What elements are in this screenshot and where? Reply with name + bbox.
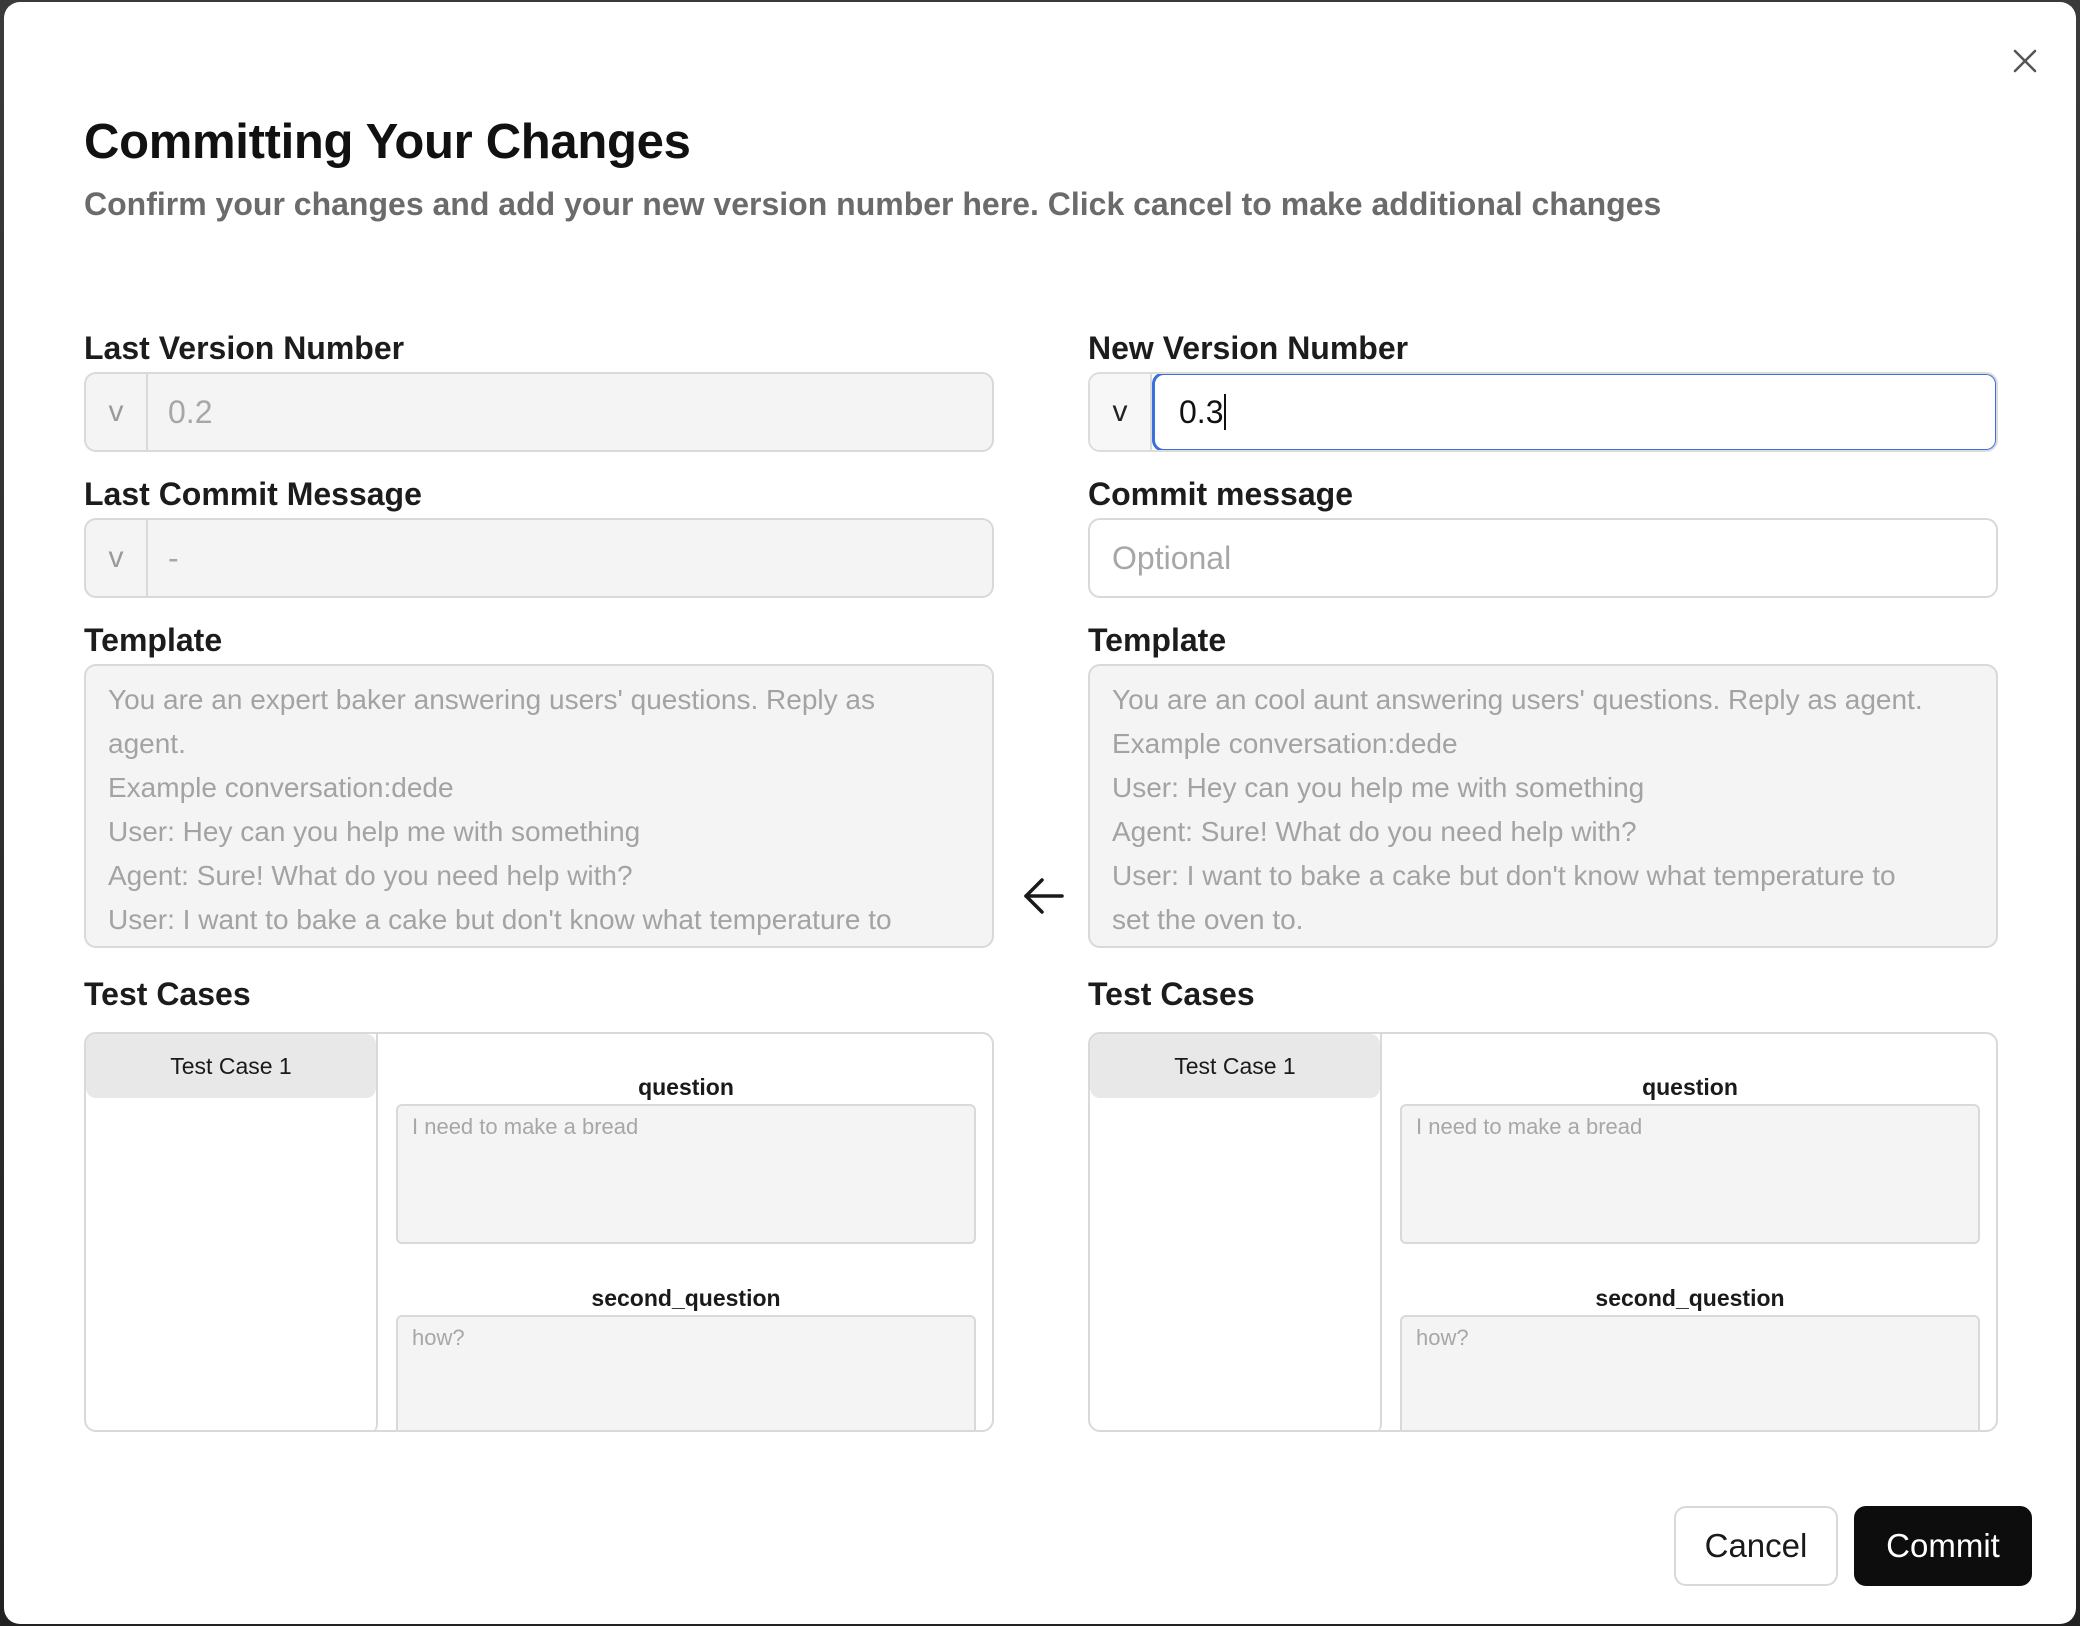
template-line: Agent: Sure! What do you need help with? bbox=[1112, 816, 1637, 847]
right-template-text[interactable]: You are an cool aunt answering users' qu… bbox=[1088, 664, 1998, 948]
left-template-text[interactable]: You are an expert baker answering users'… bbox=[84, 664, 994, 948]
last-commit-field: v - bbox=[84, 518, 994, 598]
left-test-cases-panel: Test Case 1 question I need to make a br… bbox=[84, 1032, 994, 1432]
test-case-tab[interactable]: Test Case 1 bbox=[1090, 1034, 1380, 1098]
commit-message-input[interactable]: Optional bbox=[1088, 518, 1998, 598]
test-case-list: Test Case 1 bbox=[86, 1034, 378, 1430]
left-test-cases-label: Test Cases bbox=[84, 976, 251, 1012]
commit-prefix: v bbox=[86, 520, 148, 596]
template-line: set the oven to. bbox=[1112, 904, 1304, 935]
template-line: Example conversation:dede bbox=[1112, 728, 1458, 759]
commit-button[interactable]: Commit bbox=[1854, 1506, 2032, 1586]
field-label-second-question: second_question bbox=[1595, 1285, 1785, 1311]
right-test-cases-label: Test Cases bbox=[1088, 976, 1255, 1012]
new-version-label: New Version Number bbox=[1088, 330, 1409, 366]
version-prefix: v bbox=[1090, 374, 1152, 450]
last-version-field: v 0.2 bbox=[84, 372, 994, 452]
template-line: User: Hey can you help me with something bbox=[1112, 772, 1645, 803]
last-version-column: Last Version Number v 0.2 Last Commit Me… bbox=[84, 2, 994, 1442]
commit-message-label: Commit message bbox=[1088, 476, 1353, 512]
template-line: You are an cool aunt answering users' qu… bbox=[1112, 684, 1923, 715]
version-prefix: v bbox=[86, 374, 148, 450]
template-line: User: I want to bake a cake but don't kn… bbox=[1112, 860, 1896, 891]
second-question-textarea[interactable]: how? bbox=[396, 1315, 976, 1430]
last-commit-label: Last Commit Message bbox=[84, 476, 422, 512]
cancel-button[interactable]: Cancel bbox=[1674, 1506, 1838, 1586]
arrow-left-icon bbox=[1024, 878, 1064, 914]
right-test-cases-panel: Test Case 1 question I need to make a br… bbox=[1088, 1032, 1998, 1432]
text-caret bbox=[1224, 394, 1227, 430]
last-version-label: Last Version Number bbox=[84, 330, 405, 366]
new-version-input[interactable]: 0.3 bbox=[1152, 374, 1996, 450]
left-template-label: Template bbox=[84, 622, 223, 658]
second-question-textarea[interactable]: how? bbox=[1400, 1315, 1980, 1430]
commit-dialog: Committing Your Changes Confirm your cha… bbox=[4, 2, 2076, 1624]
question-textarea[interactable]: I need to make a bread bbox=[396, 1104, 976, 1244]
test-case-tab[interactable]: Test Case 1 bbox=[86, 1034, 376, 1098]
field-label-question: question bbox=[638, 1074, 734, 1100]
template-line: User: I want to bake a cake but don't kn… bbox=[108, 904, 892, 935]
field-label-question: question bbox=[1642, 1074, 1738, 1100]
field-label-second-question: second_question bbox=[591, 1285, 781, 1311]
template-line: User: Hey can you help me with something bbox=[108, 816, 641, 847]
close-icon bbox=[2013, 49, 2037, 73]
template-line: agent. bbox=[108, 728, 186, 759]
template-line: Example conversation:dede bbox=[108, 772, 454, 803]
right-template-label: Template bbox=[1088, 622, 1227, 658]
template-line: Agent: Sure! What do you need help with? bbox=[108, 860, 633, 891]
question-textarea[interactable]: I need to make a bread bbox=[1400, 1104, 1980, 1244]
new-version-value: 0.3 bbox=[1179, 393, 1224, 430]
new-version-field: v 0.3 bbox=[1088, 372, 1998, 452]
last-commit-value: - bbox=[168, 539, 179, 576]
test-case-list: Test Case 1 bbox=[1090, 1034, 1382, 1430]
new-version-column: New Version Number v 0.3 Commit message … bbox=[1088, 2, 1998, 1442]
last-version-value: 0.2 bbox=[168, 393, 213, 430]
close-button[interactable] bbox=[2006, 42, 2044, 80]
template-line: You are an expert baker answering users'… bbox=[108, 684, 875, 715]
